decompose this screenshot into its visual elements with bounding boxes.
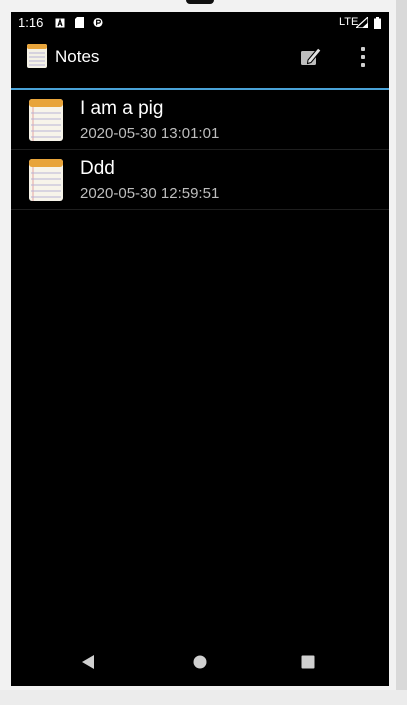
more-vert-icon — [361, 47, 365, 51]
sd-card-icon — [74, 17, 84, 28]
compose-note-icon — [301, 47, 322, 65]
overflow-menu-button[interactable] — [355, 45, 371, 69]
battery-icon — [373, 16, 381, 29]
camera-notch — [186, 0, 214, 4]
status-time: 1:16 — [18, 15, 44, 30]
home-icon — [193, 655, 207, 669]
home-button[interactable] — [190, 652, 210, 672]
device-frame-edge — [396, 0, 407, 705]
note-list-item[interactable]: I am a pig 2020-05-30 13:01:01 — [11, 90, 389, 150]
app-title: Notes — [55, 47, 100, 66]
action-bar: Notes — [11, 34, 389, 88]
note-list-item[interactable]: Ddd 2020-05-30 12:59:51 — [11, 150, 389, 210]
phone-screen: 1:16 LTE Notes I am a pig 2020-05-30 13:… — [11, 12, 389, 686]
navigation-bar — [11, 638, 389, 686]
note-date: 2020-05-30 13:01:01 — [80, 125, 220, 142]
note-icon — [29, 99, 63, 141]
note-title: Ddd — [80, 158, 115, 179]
notepad-icon — [27, 44, 47, 68]
note-title: I am a pig — [80, 98, 164, 119]
app-notification-icon — [93, 17, 103, 28]
back-button[interactable] — [79, 652, 99, 672]
note-date: 2020-05-30 12:59:51 — [80, 185, 220, 202]
back-icon — [82, 655, 94, 669]
note-icon — [29, 159, 63, 201]
signal-icon — [356, 17, 368, 28]
recents-icon — [301, 655, 315, 669]
status-bar: 1:16 LTE — [11, 12, 389, 34]
a-notification-icon — [55, 17, 65, 28]
note-list: I am a pig 2020-05-30 13:01:01 Ddd 2020-… — [11, 90, 389, 210]
compose-note-button[interactable] — [297, 45, 323, 69]
recents-button[interactable] — [298, 652, 318, 672]
device-frame-bottom — [0, 690, 407, 705]
